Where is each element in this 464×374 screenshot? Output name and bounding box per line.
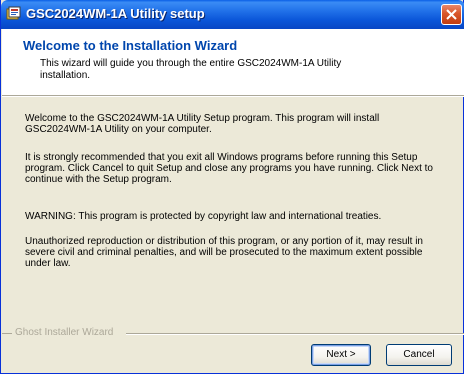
warning-paragraph: WARNING: This program is protected by co… [25,211,382,222]
title-bar[interactable]: GSC2024WM-1A Utility setup [1,0,464,29]
welcome-paragraph: Welcome to the GSC2024WM-1A Utility Setu… [25,113,380,135]
installer-icon [6,6,22,22]
brand-label: Ghost Installer Wizard [15,327,114,338]
legal-paragraph: Unauthorized reproduction or distributio… [25,236,423,269]
brand-divider-left [2,333,12,334]
brand-divider-right [126,333,464,334]
cancel-button[interactable]: Cancel [386,344,452,366]
setup-window: GSC2024WM-1A Utility setup Welcome to th… [0,0,464,374]
close-icon [446,9,457,20]
page-subtitle: This wizard will guide you through the e… [40,58,342,81]
header-divider [2,96,464,97]
page-title: Welcome to the Installation Wizard [23,38,238,53]
installer-brand: Ghost Installer Wizard [2,327,464,339]
window-title: GSC2024WM-1A Utility setup [26,6,205,21]
wizard-header: Welcome to the Installation Wizard This … [2,29,464,96]
next-button[interactable]: Next > [311,344,371,366]
recommendation-paragraph: It is strongly recommended that you exit… [25,152,433,185]
close-button[interactable] [441,4,462,25]
